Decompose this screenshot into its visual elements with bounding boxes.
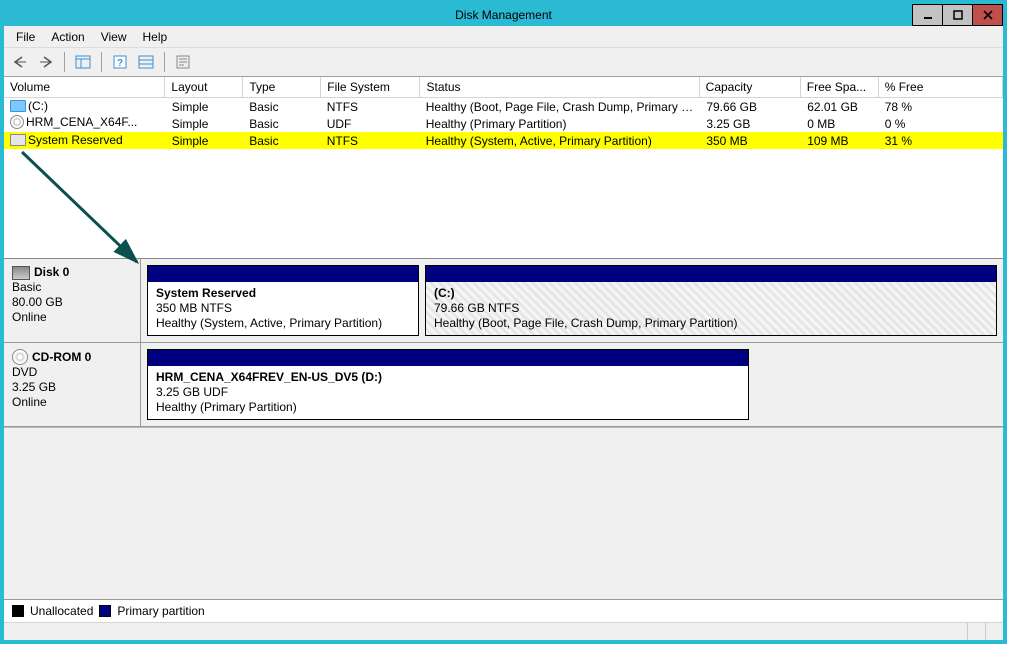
partition-stripe [148, 266, 418, 282]
volume-name: (C:) [28, 99, 48, 113]
disk-label[interactable]: Disk 0 Basic 80.00 GB Online [4, 259, 141, 342]
menu-action[interactable]: Action [43, 28, 92, 46]
col-layout[interactable]: Layout [165, 77, 243, 97]
window-title: Disk Management [4, 8, 1003, 22]
scroll-left-icon[interactable] [967, 623, 985, 640]
col-volume[interactable]: Volume [4, 77, 165, 97]
disk-row: CD-ROM 0 DVD 3.25 GB Online HRM_CENA_X64… [4, 343, 1003, 427]
col-pctfree[interactable]: % Free [879, 77, 1003, 97]
optical-disc-icon [12, 349, 28, 365]
partition-stripe [148, 350, 748, 366]
volume-row-selected[interactable]: System Reserved Simple Basic NTFS Health… [4, 132, 1003, 149]
view-icon[interactable] [71, 50, 95, 74]
maximize-button[interactable] [942, 4, 973, 26]
partition[interactable]: HRM_CENA_X64FREV_EN-US_DV5 (D:) 3.25 GB … [147, 349, 749, 420]
partition[interactable]: System Reserved 350 MB NTFS Healthy (Sys… [147, 265, 419, 336]
menu-help[interactable]: Help [135, 28, 176, 46]
minimize-button[interactable] [912, 4, 943, 26]
disk-area: Disk 0 Basic 80.00 GB Online System Rese… [4, 258, 1003, 427]
partition-stripe [426, 266, 996, 282]
svg-text:?: ? [117, 58, 123, 69]
volume-columns: Volume Layout Type File System Status Ca… [4, 77, 1003, 98]
volume-name: HRM_CENA_X64F... [26, 115, 137, 129]
legend: Unallocated Primary partition [4, 599, 1003, 622]
titlebar: Disk Management [4, 4, 1003, 26]
disk-icon [12, 266, 30, 280]
volume-row[interactable]: (C:) Simple Basic NTFS Healthy (Boot, Pa… [4, 98, 1003, 115]
forward-button[interactable] [34, 50, 58, 74]
menu-view[interactable]: View [93, 28, 135, 46]
volume-icon [10, 134, 26, 146]
disc-icon [10, 115, 24, 129]
disk-label[interactable]: CD-ROM 0 DVD 3.25 GB Online [4, 343, 141, 426]
menu-file[interactable]: File [8, 28, 43, 46]
scroll-right-icon[interactable] [985, 623, 1003, 640]
help-icon[interactable]: ? [108, 50, 132, 74]
partition[interactable]: (C:) 79.66 GB NTFS Healthy (Boot, Page F… [425, 265, 997, 336]
properties-icon[interactable] [171, 50, 195, 74]
col-filesystem[interactable]: File System [321, 77, 420, 97]
toolbar: ? [4, 48, 1003, 77]
col-freespace[interactable]: Free Spa... [801, 77, 879, 97]
col-type[interactable]: Type [243, 77, 321, 97]
volume-list: (C:) Simple Basic NTFS Healthy (Boot, Pa… [4, 98, 1003, 258]
volume-row[interactable]: HRM_CENA_X64F... Simple Basic UDF Health… [4, 115, 1003, 132]
col-status[interactable]: Status [420, 77, 699, 97]
legend-swatch-primary [99, 605, 111, 617]
horizontal-scrollbar[interactable] [4, 622, 1003, 640]
volume-name: System Reserved [28, 133, 123, 147]
legend-swatch-unallocated [12, 605, 24, 617]
back-button[interactable] [8, 50, 32, 74]
menubar: File Action View Help [4, 26, 1003, 48]
window-buttons [913, 4, 1003, 26]
col-capacity[interactable]: Capacity [700, 77, 801, 97]
close-button[interactable] [972, 4, 1003, 26]
disk-row: Disk 0 Basic 80.00 GB Online System Rese… [4, 259, 1003, 343]
list-view-icon[interactable] [134, 50, 158, 74]
volume-icon [10, 100, 26, 112]
